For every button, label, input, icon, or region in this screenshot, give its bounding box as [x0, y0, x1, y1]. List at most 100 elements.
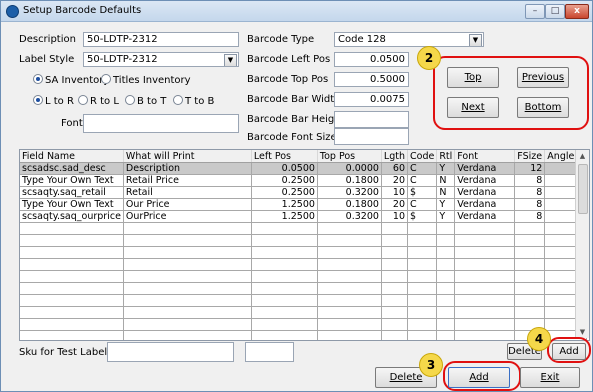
- table-row-empty[interactable]: [20, 258, 588, 271]
- table-cell[interactable]: [407, 258, 438, 271]
- table-cell[interactable]: [317, 294, 382, 307]
- table-cell[interactable]: N: [436, 174, 456, 187]
- table-cell[interactable]: Description: [123, 162, 252, 175]
- table-cell[interactable]: [317, 270, 382, 283]
- table-cell[interactable]: [123, 306, 252, 319]
- table-cell[interactable]: [123, 294, 252, 307]
- table-cell[interactable]: [381, 234, 409, 247]
- table-cell[interactable]: scsaqty.saq_retail: [20, 186, 124, 199]
- table-cell[interactable]: Y: [436, 198, 456, 211]
- table-cell[interactable]: OurPrice: [123, 210, 252, 223]
- table-cell[interactable]: [454, 246, 516, 259]
- footer-add-button[interactable]: Add: [448, 367, 510, 388]
- table-cell[interactable]: [381, 318, 409, 331]
- table-cell[interactable]: [514, 270, 546, 283]
- table-cell[interactable]: [123, 246, 252, 259]
- table-cell[interactable]: [381, 282, 409, 295]
- table-cell[interactable]: 8: [514, 186, 546, 199]
- table-cell[interactable]: [381, 222, 409, 235]
- chevron-down-icon[interactable]: ▼: [224, 54, 237, 66]
- table-cell[interactable]: [20, 246, 124, 259]
- table-cell[interactable]: [317, 282, 382, 295]
- minimize-button[interactable]: –: [525, 4, 545, 19]
- previous-button[interactable]: Previous: [517, 67, 569, 88]
- scroll-thumb[interactable]: [578, 164, 588, 214]
- table-cell[interactable]: [454, 258, 516, 271]
- table-row-empty[interactable]: [20, 306, 588, 319]
- table-cell[interactable]: scsaqty.saq_ourprice: [20, 210, 124, 223]
- table-cell[interactable]: [317, 318, 382, 331]
- table-cell[interactable]: [251, 294, 318, 307]
- barcode-type-select[interactable]: Code 128 ▼: [334, 32, 484, 47]
- table-cell[interactable]: 1.2500: [251, 210, 318, 223]
- table-cell[interactable]: [407, 282, 438, 295]
- table-cell[interactable]: 0.1800: [317, 174, 382, 187]
- table-row[interactable]: Type Your Own Text Our Price 1.2500 0.1800 2…: [20, 198, 588, 211]
- table-cell[interactable]: [436, 294, 456, 307]
- table-cell[interactable]: [317, 330, 382, 340]
- table-cell[interactable]: 0.3200: [317, 210, 382, 223]
- table-cell[interactable]: Type Your Own Text: [20, 198, 124, 211]
- table-cell[interactable]: [407, 246, 438, 259]
- table-cell[interactable]: Verdana: [454, 210, 516, 223]
- table-cell[interactable]: [123, 258, 252, 271]
- exit-button[interactable]: Exit: [520, 367, 580, 388]
- barcode-bar-width-input[interactable]: 0.0075: [334, 92, 409, 107]
- column-header[interactable]: What will Print: [123, 150, 252, 163]
- table-cell[interactable]: C: [407, 198, 438, 211]
- table-cell[interactable]: [123, 234, 252, 247]
- radio-l-to-r[interactable]: L to R: [33, 95, 74, 107]
- table-cell[interactable]: N: [436, 186, 456, 199]
- bottom-button[interactable]: Bottom: [517, 97, 569, 118]
- table-cell[interactable]: [436, 318, 456, 331]
- table-cell[interactable]: [407, 222, 438, 235]
- table-cell[interactable]: [407, 330, 438, 340]
- table-cell[interactable]: 0.3200: [317, 186, 382, 199]
- table-cell[interactable]: [514, 234, 546, 247]
- table-cell[interactable]: scsadsc.sad_desc: [20, 162, 124, 175]
- table-cell[interactable]: [381, 294, 409, 307]
- table-cell[interactable]: [251, 246, 318, 259]
- table-cell[interactable]: [454, 318, 516, 331]
- table-cell[interactable]: C: [407, 174, 438, 187]
- table-cell[interactable]: [20, 330, 124, 340]
- scroll-up-arrow-icon[interactable]: ▲: [576, 150, 589, 162]
- table-cell[interactable]: 8: [514, 210, 546, 223]
- table-cell[interactable]: [20, 294, 124, 307]
- table-cell[interactable]: [407, 306, 438, 319]
- table-row-empty[interactable]: [20, 330, 588, 340]
- table-cell[interactable]: 20: [381, 198, 409, 211]
- table-cell[interactable]: [436, 330, 456, 340]
- table-cell[interactable]: [381, 246, 409, 259]
- table-cell[interactable]: 8: [514, 174, 546, 187]
- next-button[interactable]: Next: [447, 97, 499, 118]
- table-cell[interactable]: Our Price: [123, 198, 252, 211]
- table-cell[interactable]: [20, 258, 124, 271]
- table-cell[interactable]: [123, 270, 252, 283]
- table-cell[interactable]: 10: [381, 210, 409, 223]
- table-cell[interactable]: [251, 270, 318, 283]
- table-cell[interactable]: Type Your Own Text: [20, 174, 124, 187]
- barcode-font-size-input[interactable]: [334, 128, 409, 145]
- column-header[interactable]: Code: [407, 150, 438, 163]
- table-cell[interactable]: [317, 222, 382, 235]
- table-cell[interactable]: [20, 306, 124, 319]
- table-cell[interactable]: [454, 270, 516, 283]
- description-input[interactable]: 50-LDTP-2312: [83, 32, 239, 47]
- table-row-empty[interactable]: [20, 294, 588, 307]
- table-cell[interactable]: C: [407, 162, 438, 175]
- table-cell[interactable]: 10: [381, 186, 409, 199]
- table-cell[interactable]: [251, 330, 318, 340]
- table-row[interactable]: Type Your Own Text Retail Price 0.2500 0.18…: [20, 174, 588, 187]
- table-cell[interactable]: Verdana: [454, 162, 516, 175]
- table-cell[interactable]: [251, 306, 318, 319]
- table-cell[interactable]: [454, 234, 516, 247]
- table-cell[interactable]: Y: [436, 210, 456, 223]
- table-cell[interactable]: Verdana: [454, 174, 516, 187]
- maximize-button[interactable]: □: [545, 4, 565, 19]
- table-cell[interactable]: [407, 294, 438, 307]
- table-cell[interactable]: [381, 258, 409, 271]
- column-header[interactable]: Rtl: [436, 150, 456, 163]
- sku-input[interactable]: [107, 342, 234, 362]
- table-cell[interactable]: [20, 234, 124, 247]
